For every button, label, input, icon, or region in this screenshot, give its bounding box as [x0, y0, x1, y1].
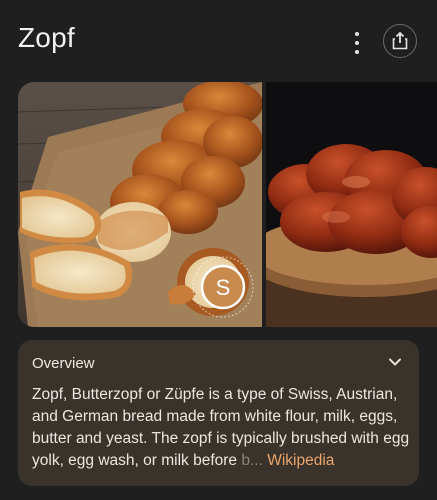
gallery-image-2[interactable]	[266, 82, 437, 327]
share-icon	[392, 32, 408, 50]
wikipedia-link[interactable]: Wikipedia	[267, 452, 334, 469]
zopf-photo-1: S	[18, 82, 262, 327]
overview-text: Zopf, Butterzopf or Züpfe is a type of S…	[32, 384, 412, 472]
gallery-image-1[interactable]: S	[18, 82, 262, 327]
overview-heading: Overview	[32, 355, 95, 372]
chevron-down-icon[interactable]	[387, 354, 403, 370]
share-button[interactable]	[383, 24, 417, 58]
overview-text-main: Zopf, Butterzopf or Züpfe is a type of S…	[32, 386, 410, 469]
overview-card[interactable]: Overview Zopf, Butterzopf or Züpfe is a …	[18, 340, 419, 486]
badge-letter: S	[216, 275, 231, 300]
more-vert-icon[interactable]	[348, 32, 366, 54]
header: Zopf	[0, 0, 437, 80]
zopf-photo-2	[266, 82, 437, 327]
overview-text-faded: b...	[241, 452, 263, 469]
image-gallery[interactable]: S	[0, 82, 437, 327]
page-title: Zopf	[18, 22, 75, 53]
